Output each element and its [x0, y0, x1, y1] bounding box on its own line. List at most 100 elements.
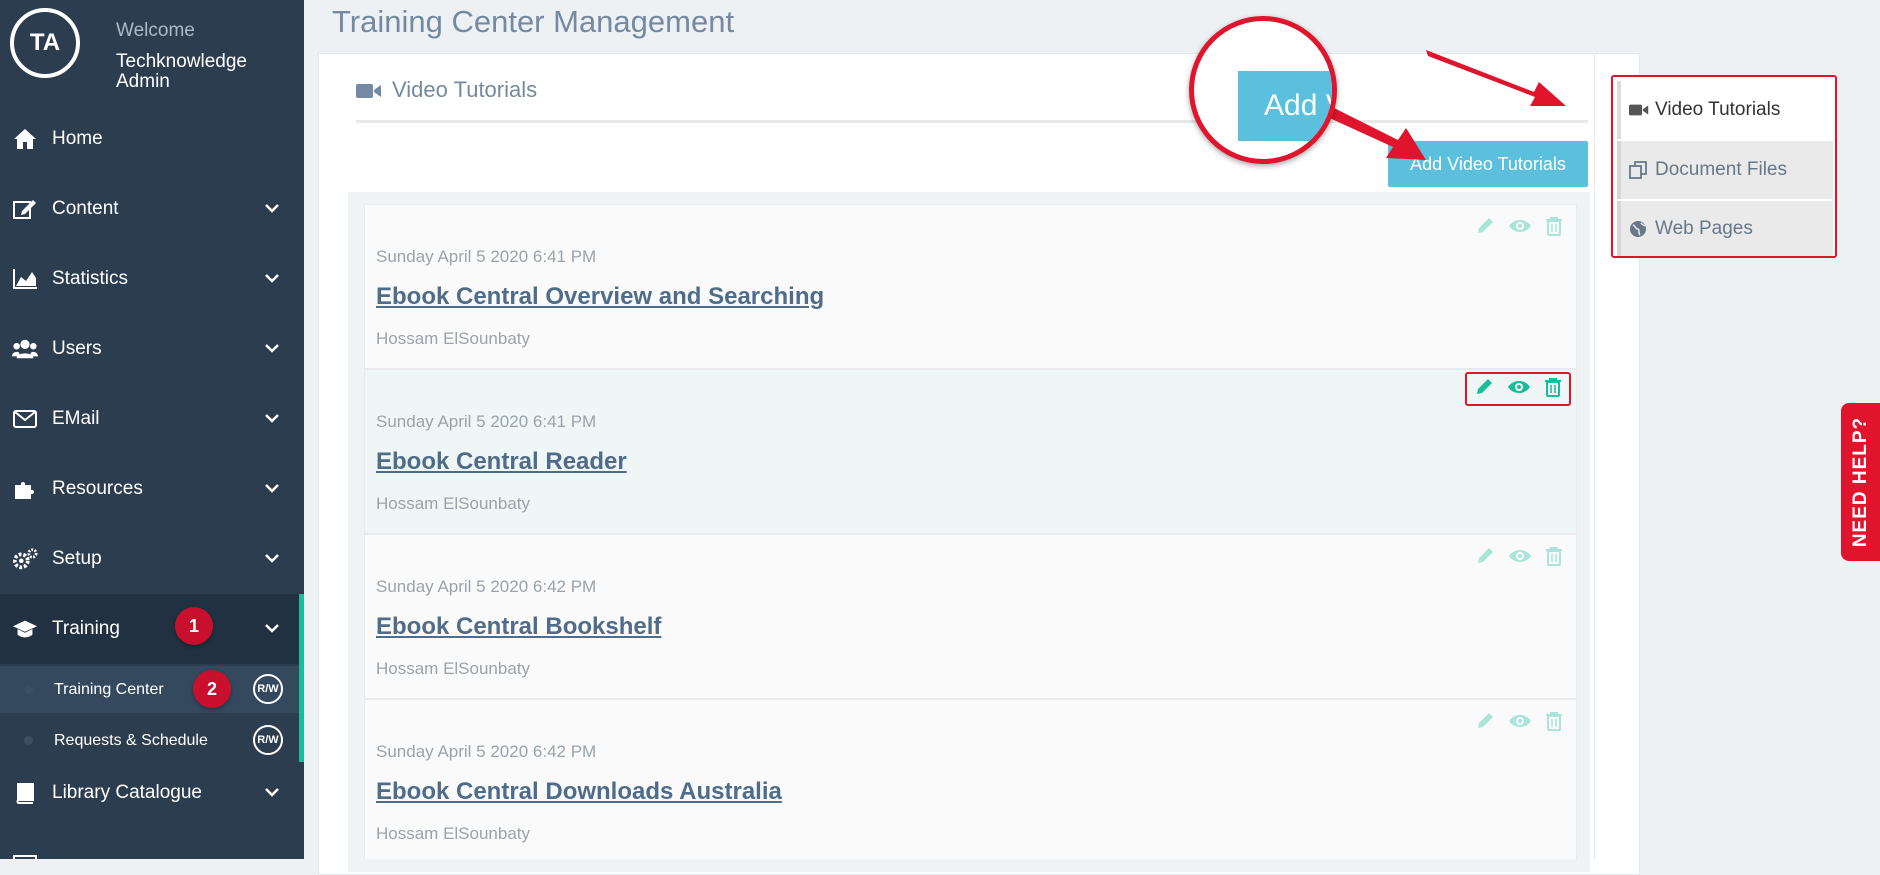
tutorial-author: Hossam ElSounbaty — [376, 824, 531, 843]
nav-resources[interactable]: Resources — [0, 454, 304, 524]
category-tabs: Video Tutorials Document Files Web Pages — [1611, 75, 1837, 258]
bullet-dot — [24, 736, 33, 745]
user-name: Techknowledge Admin — [116, 51, 247, 92]
nav-training[interactable]: Training — [0, 594, 304, 664]
tutorial-row: Sunday April 5 2020 6:41 PM Ebook Centra… — [364, 369, 1577, 534]
eye-icon[interactable] — [1507, 378, 1531, 401]
nav-label: Resources — [52, 478, 143, 499]
tutorial-author: Hossam ElSounbaty — [376, 329, 531, 348]
row-actions — [1465, 372, 1571, 406]
tab-document-files[interactable]: Document Files — [1617, 141, 1833, 199]
nav-label: Setup — [52, 548, 102, 569]
nav-label: Library Catalogue — [52, 782, 202, 803]
rw-badge: R/W — [253, 725, 283, 755]
tab-video-tutorials[interactable]: Video Tutorials — [1617, 81, 1833, 139]
eye-icon[interactable] — [1508, 547, 1532, 570]
pencil-icon[interactable] — [1475, 711, 1495, 736]
home-icon — [12, 126, 38, 152]
pencil-icon[interactable] — [1475, 546, 1495, 571]
section-title: Video Tutorials — [392, 77, 538, 102]
tab-label: Video Tutorials — [1655, 99, 1781, 120]
sidebar: TA Welcome Techknowledge Admin Home Cont… — [0, 0, 304, 859]
chevron-down-icon — [265, 204, 279, 213]
nav-label: Users — [52, 338, 102, 359]
chevron-down-icon — [265, 788, 279, 797]
chevron-down-icon — [265, 274, 279, 283]
tab-label: Document Files — [1655, 159, 1787, 180]
nav-more[interactable] — [0, 830, 304, 859]
zoom-callout: Add V — [1189, 16, 1337, 164]
row-actions — [1469, 213, 1569, 243]
nav-content[interactable]: Content — [0, 174, 304, 244]
tutorial-title-link[interactable]: Ebook Central Overview and Searching — [376, 283, 824, 311]
monitor-icon — [12, 852, 38, 859]
tutorial-title-link[interactable]: Ebook Central Bookshelf — [376, 613, 661, 641]
users-icon — [12, 336, 38, 362]
tutorial-date: Sunday April 5 2020 6:42 PM — [376, 577, 597, 596]
bullet-dot — [24, 685, 33, 694]
nav-statistics[interactable]: Statistics — [0, 244, 304, 314]
envelope-icon — [12, 406, 38, 432]
column-divider — [1594, 53, 1595, 859]
puzzle-icon — [12, 476, 38, 502]
sub-item-requests-schedule[interactable]: Requests & Schedule R/W — [0, 717, 299, 764]
gears-icon — [12, 546, 38, 572]
copy-icon — [1629, 160, 1649, 180]
eye-icon[interactable] — [1508, 217, 1532, 240]
nav-label: Home — [52, 128, 103, 149]
step-badge-1: 1 — [175, 607, 213, 645]
chevron-down-icon — [265, 624, 279, 633]
tutorial-title-link[interactable]: Ebook Central Reader — [376, 448, 627, 476]
video-camera-icon — [1629, 100, 1649, 120]
tutorial-row: Sunday April 5 2020 6:42 PM Ebook Centra… — [364, 699, 1577, 859]
tutorial-author: Hossam ElSounbaty — [376, 659, 531, 678]
tutorial-row: Sunday April 5 2020 6:42 PM Ebook Centra… — [364, 534, 1577, 699]
need-help-tab[interactable]: NEED HELP? — [1841, 403, 1880, 561]
tab-web-pages[interactable]: Web Pages — [1617, 201, 1833, 256]
chevron-down-icon — [265, 484, 279, 493]
nav-label: Content — [52, 198, 119, 219]
tutorial-date: Sunday April 5 2020 6:42 PM — [376, 742, 597, 761]
tutorial-date: Sunday April 5 2020 6:41 PM — [376, 247, 597, 266]
sub-item-label: Requests & Schedule — [54, 731, 208, 749]
trash-icon[interactable] — [1544, 377, 1562, 402]
nav-label: Statistics — [52, 268, 129, 289]
eye-icon[interactable] — [1508, 712, 1532, 735]
edit-icon — [12, 196, 38, 222]
add-video-tutorials-button[interactable]: Add Video Tutorials — [1388, 141, 1588, 187]
graduation-cap-icon — [12, 616, 38, 642]
rw-badge: R/W — [253, 674, 283, 704]
need-help-label: NEED HELP? — [1849, 416, 1871, 548]
tutorial-title-link[interactable]: Ebook Central Downloads Australia — [376, 778, 782, 806]
trash-icon[interactable] — [1545, 711, 1563, 736]
trash-icon[interactable] — [1545, 216, 1563, 241]
area-chart-icon — [12, 266, 38, 292]
chevron-down-icon — [265, 414, 279, 423]
sub-item-training-center[interactable]: Training Center R/W — [0, 666, 299, 713]
nav-label: EMail — [52, 408, 100, 429]
step-badge-2: 2 — [193, 670, 231, 708]
tutorial-date: Sunday April 5 2020 6:41 PM — [376, 412, 597, 431]
globe-icon — [1629, 219, 1649, 239]
avatar[interactable]: TA — [10, 8, 80, 78]
row-actions — [1469, 543, 1569, 573]
book-icon — [12, 780, 38, 806]
pencil-icon[interactable] — [1475, 216, 1495, 241]
page-title: Training Center Management — [332, 4, 735, 39]
chevron-down-icon — [265, 554, 279, 563]
nav-users[interactable]: Users — [0, 314, 304, 384]
tutorial-row: Sunday April 5 2020 6:41 PM Ebook Centra… — [364, 204, 1577, 369]
trash-icon[interactable] — [1545, 546, 1563, 571]
pencil-icon[interactable] — [1474, 377, 1494, 402]
tutorial-author: Hossam ElSounbaty — [376, 494, 531, 513]
tab-label: Web Pages — [1655, 217, 1753, 239]
nav-home[interactable]: Home — [0, 104, 304, 174]
video-camera-icon — [356, 82, 382, 105]
welcome-text: Welcome — [116, 20, 195, 41]
section-header: Video Tutorials — [356, 72, 1588, 123]
row-actions — [1469, 708, 1569, 738]
nav-library-catalogue[interactable]: Library Catalogue — [0, 758, 304, 828]
nav-email[interactable]: EMail — [0, 384, 304, 454]
nav-setup[interactable]: Setup — [0, 524, 304, 594]
nav-label: Training — [52, 618, 120, 639]
